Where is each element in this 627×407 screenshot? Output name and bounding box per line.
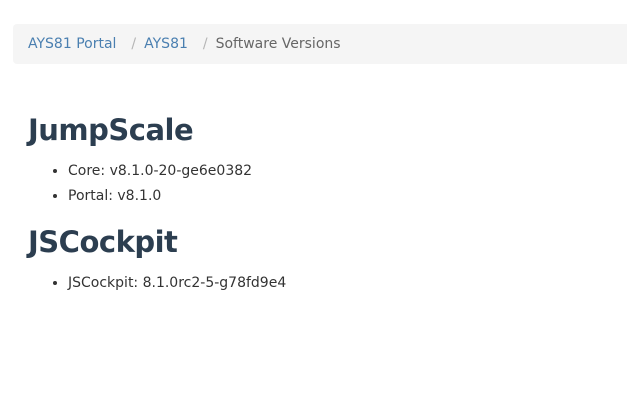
main-content: JumpScale Core: v8.1.0-20-ge6e0382 Porta… [28,108,608,296]
section-jscockpit: JSCockpit JSCockpit: 8.1.0rc2-5-g78fd9e4 [28,220,608,296]
section-title: JumpScale [28,113,194,147]
breadcrumb-link-portal[interactable]: AYS81 Portal [28,36,116,52]
page: AYS81 Portal / AYS81 / Software Versions… [0,0,627,407]
breadcrumb-separator: / [131,36,137,52]
breadcrumb-link-ays81[interactable]: AYS81 [144,36,188,52]
breadcrumb-current: Software Versions [215,36,341,52]
section-jumpscale: JumpScale Core: v8.1.0-20-ge6e0382 Porta… [28,108,608,209]
list-item: Portal: v8.1.0 [68,184,608,209]
breadcrumb: AYS81 Portal / AYS81 / Software Versions [13,24,627,64]
version-list: Core: v8.1.0-20-ge6e0382 Portal: v8.1.0 [28,159,608,209]
version-list: JSCockpit: 8.1.0rc2-5-g78fd9e4 [28,271,608,296]
list-item: Core: v8.1.0-20-ge6e0382 [68,159,608,184]
list-item: JSCockpit: 8.1.0rc2-5-g78fd9e4 [68,271,608,296]
breadcrumb-separator: / [202,36,208,52]
section-title: JSCockpit [28,225,178,259]
